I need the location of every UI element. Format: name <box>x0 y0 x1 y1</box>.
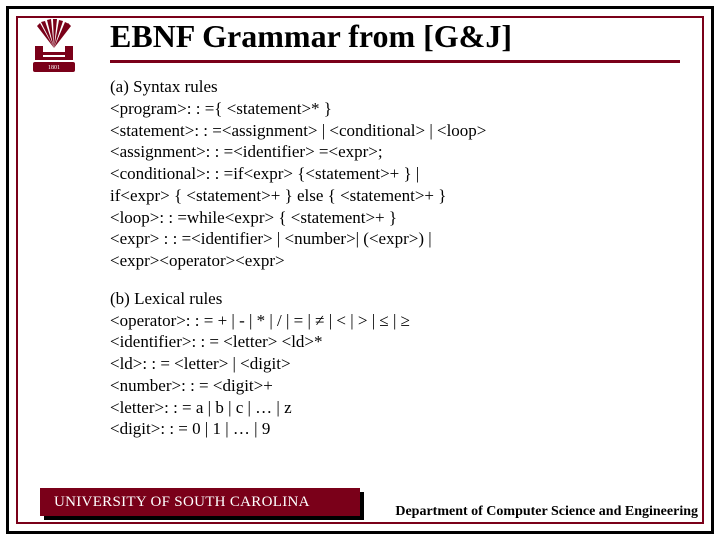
seal-icon: 1801 <box>25 18 83 74</box>
lexical-rule: <operator>: : = + | - | * | / | = | ≠ | … <box>110 310 680 332</box>
title-underline <box>110 60 680 63</box>
slide-title: EBNF Grammar from [G&J] <box>110 18 690 55</box>
university-seal-logo: 1801 <box>22 18 86 76</box>
lexical-heading: (b) Lexical rules <box>110 288 680 310</box>
syntax-rule: <assignment>: : =<identifier> =<expr>; <box>110 141 680 163</box>
slide: 1801 EBNF Grammar from [G&J] (a) Syntax … <box>0 0 720 540</box>
syntax-rule: <statement>: : =<assignment> | <conditio… <box>110 120 680 142</box>
syntax-rule: <expr><operator><expr> <box>110 250 680 272</box>
lexical-rule: <digit>: : = 0 | 1 | … | 9 <box>110 418 680 440</box>
syntax-rule: <program>: : ={ <statement>* } <box>110 98 680 120</box>
lexical-rule: <identifier>: : = <letter> <ld>* <box>110 331 680 353</box>
syntax-rule: <expr> : : =<identifier> | <number>| (<e… <box>110 228 680 250</box>
footer-university: UNIVERSITY OF SOUTH CAROLINA <box>40 488 360 516</box>
footer-department: Department of Computer Science and Engin… <box>395 504 698 520</box>
syntax-rule: <conditional>: : =if<expr> {<statement>+… <box>110 163 680 185</box>
svg-text:1801: 1801 <box>48 65 60 71</box>
syntax-rule: <loop>: : =while<expr> { <statement>+ } <box>110 207 680 229</box>
syntax-heading: (a) Syntax rules <box>110 76 680 98</box>
content-area: (a) Syntax rules <program>: : ={ <statem… <box>110 74 680 480</box>
lexical-rule: <ld>: : = <letter> | <digit> <box>110 353 680 375</box>
footer-left-wrap: UNIVERSITY OF SOUTH CAROLINA <box>40 488 364 520</box>
syntax-rule: if<expr> { <statement>+ } else { <statem… <box>110 185 680 207</box>
lexical-rule: <letter>: : = a | b | c | … | z <box>110 397 680 419</box>
lexical-rule: <number>: : = <digit>+ <box>110 375 680 397</box>
